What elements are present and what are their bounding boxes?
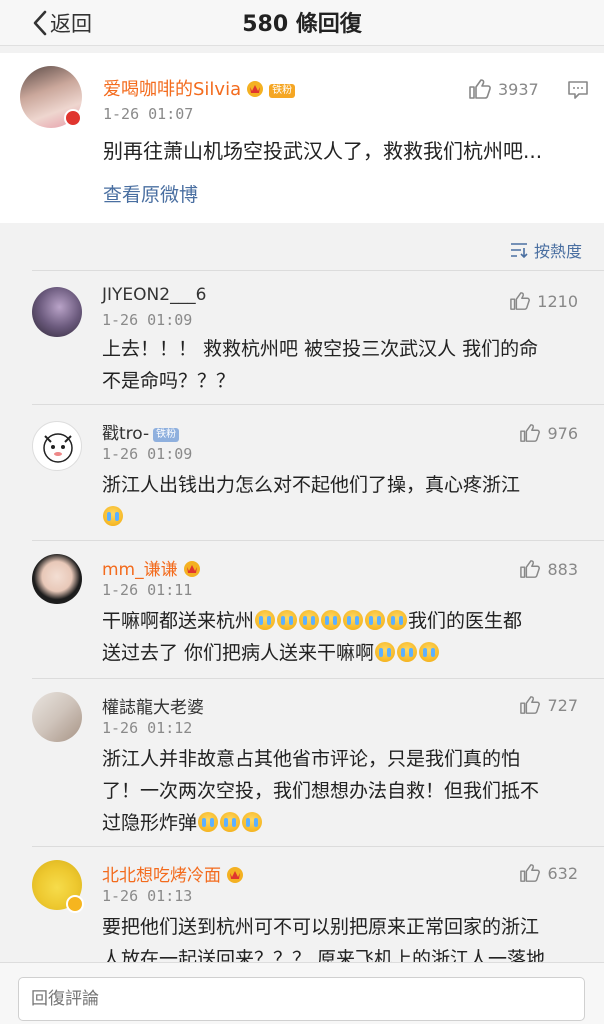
comment-time: 1-26 01:11: [102, 581, 193, 599]
list-item: 戳tro- 铁粉 1-26 01:09 976 浙江人出钱出力怎么对不起他们了操，…: [32, 404, 604, 540]
comment-line: 不是命吗？？？: [102, 370, 236, 392]
username[interactable]: 戳tro- 铁粉: [102, 419, 180, 444]
crying-emoji-icon: [277, 610, 298, 630]
thumbs-up-icon: [510, 292, 531, 310]
like-button[interactable]: 727: [519, 695, 578, 715]
like-count: 632: [547, 863, 578, 883]
sort-icon: [510, 243, 528, 258]
like-button[interactable]: 3937: [468, 78, 539, 100]
comment-line: 人放在一起送回来？？？ 原来飞机上的浙江人一落地: [102, 948, 546, 962]
comment-line: 上去！！！ 救救杭州吧 被空投三次武汉人 我们的命: [102, 338, 539, 360]
like-button[interactable]: 883: [519, 559, 578, 579]
verified-badge-icon: [64, 109, 82, 127]
crying-emoji-icon: [321, 610, 342, 630]
list-item: JIYEON2___6 1-26 01:09 1210 上去！！！ 救救杭州吧 …: [32, 270, 604, 404]
thumbs-up-icon: [520, 864, 541, 882]
comment-text: 浙江人出钱出力怎么对不起他们了操，真心疼浙江: [102, 469, 582, 533]
view-original-link[interactable]: 查看原微博: [103, 180, 198, 207]
comment-line: [102, 501, 582, 533]
crying-emoji-icon: [220, 812, 241, 832]
like-count: 883: [547, 559, 578, 579]
crying-emoji-icon: [375, 642, 396, 662]
avatar[interactable]: [32, 421, 82, 471]
reply-input[interactable]: [18, 977, 585, 1021]
crying-emoji-icon: [387, 610, 408, 630]
like-count: 3937: [498, 79, 539, 99]
comment-time: 1-26 01:13: [102, 887, 193, 905]
crying-emoji-icon: [198, 812, 219, 832]
sort-by-popularity[interactable]: 按熱度: [510, 238, 582, 262]
comment-line: 要把他们送到杭州可不可以别把原来正常回家的浙江: [102, 916, 540, 938]
avatar[interactable]: [32, 287, 82, 337]
username[interactable]: 權誌龍大老婆: [102, 693, 204, 718]
post-text: 别再往萧山机场空投武汉人了，救救我们杭州吧...: [103, 139, 543, 163]
comment-text: 要把他们送到杭州可不可以别把原来正常回家的浙江 人放在一起送回来？？？ 原来飞机…: [102, 911, 582, 962]
list-item: 權誌龍大老婆 1-26 01:12 727 浙江人并非故意占其他省市评论，只是我…: [32, 678, 604, 846]
crying-emoji-icon: [103, 506, 123, 526]
like-count: 1210: [537, 291, 578, 311]
fan-badge: 铁粉: [269, 84, 296, 98]
crown-badge-icon: [227, 867, 243, 883]
thumbs-up-icon: [469, 79, 491, 99]
avatar[interactable]: [32, 554, 82, 604]
crown-badge-icon: [247, 81, 264, 97]
comment-line: 送过去了 你们把病人送来干嘛啊: [102, 637, 582, 669]
crown-badge-icon: [183, 561, 200, 577]
comment-time: 1-26 01:12: [102, 719, 193, 737]
crying-emoji-icon: [255, 610, 276, 630]
comment-time: 1-26 01:09: [102, 445, 193, 463]
comment-text: 上去！！！ 救救杭州吧 被空投三次武汉人 我们的命 不是命吗？？？: [102, 333, 582, 397]
like-button[interactable]: 632: [519, 863, 578, 883]
username[interactable]: 北北想吃烤冷面: [102, 861, 245, 886]
crying-emoji-icon: [242, 812, 263, 832]
username[interactable]: 爱喝咖啡的Silvia 铁粉: [103, 75, 296, 101]
crying-emoji-icon: [343, 610, 364, 630]
like-count: 976: [547, 423, 578, 443]
sort-label: 按熱度: [533, 242, 582, 261]
fan-badge: 铁粉: [153, 428, 180, 442]
comment-line: 了！一次两次空投，我们想想办法自救！但我们抵不: [102, 780, 540, 802]
like-button[interactable]: 1210: [509, 291, 578, 311]
original-post: 爱喝咖啡的Silvia 铁粉 1-26 01:07 3937 别再往萧山机场空投武…: [0, 53, 604, 223]
crying-emoji-icon: [299, 610, 320, 630]
crying-emoji-icon: [365, 610, 386, 630]
comment-line: 浙江人并非故意占其他省市评论，只是我们真的怕: [102, 748, 521, 770]
comment-text: 干嘛啊都送来杭州 我们的医生都 送过去了 你们把病人送来干嘛啊: [102, 605, 582, 669]
comment-icon[interactable]: [567, 80, 589, 100]
top-navigation-bar: 返回 580 條回復: [0, 0, 604, 46]
thumbs-up-icon: [520, 696, 541, 714]
comment-line: 干嘛啊都送来杭州 我们的医生都: [102, 610, 523, 632]
list-item: 北北想吃烤冷面 1-26 01:13 632 要把他们送到杭州可不可以别把原来正…: [32, 846, 604, 962]
comment-line: 过隐形炸弹: [102, 807, 582, 839]
verified-badge-icon: [66, 895, 84, 913]
reply-bar: [0, 962, 604, 1024]
page-title: 580 條回復: [242, 12, 362, 37]
thumbs-up-icon: [520, 424, 541, 442]
like-button[interactable]: 976: [519, 423, 578, 443]
cartoon-avatar-icon: [43, 433, 73, 463]
avatar[interactable]: [32, 692, 82, 742]
comment-line: 浙江人出钱出力怎么对不起他们了操，真心疼浙江: [102, 474, 521, 496]
username[interactable]: mm_谦谦: [102, 555, 202, 580]
crying-emoji-icon: [397, 642, 418, 662]
thumbs-up-icon: [520, 560, 541, 578]
comment-time: 1-26 01:09: [102, 311, 193, 329]
comment-text: 浙江人并非故意占其他省市评论，只是我们真的怕 了！一次两次空投，我们想想办法自救…: [102, 743, 582, 839]
like-count: 727: [547, 695, 578, 715]
username[interactable]: JIYEON2___6: [102, 285, 206, 305]
list-item: mm_谦谦 1-26 01:11 883 干嘛啊都送来杭州 我们的医生都 送过去了…: [32, 540, 604, 678]
crying-emoji-icon: [419, 642, 440, 662]
post-time: 1-26 01:07: [103, 105, 194, 123]
